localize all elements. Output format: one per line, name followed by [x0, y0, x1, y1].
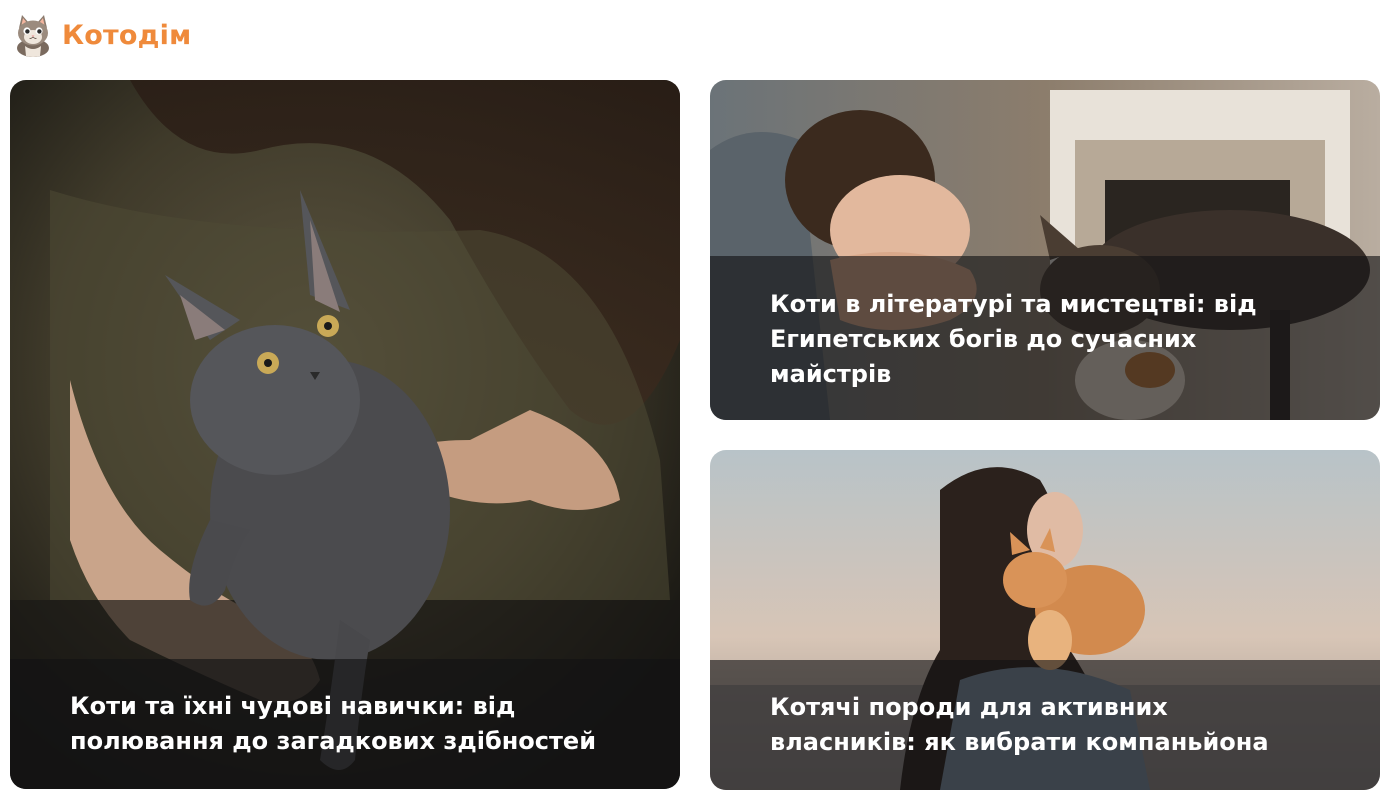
article-card[interactable]: Коти в літературі та мистецтві: від Егип…: [710, 80, 1380, 420]
article-caption: Коти та їхні чудові навички: від полюван…: [10, 659, 680, 789]
article-card[interactable]: Коти та їхні чудові навички: від полюван…: [10, 80, 680, 789]
site-header: Котодім: [12, 12, 191, 58]
article-title[interactable]: Коти та їхні чудові навички: від полюван…: [70, 689, 620, 759]
article-caption: Котячі породи для активних власників: як…: [710, 660, 1380, 790]
article-title[interactable]: Коти в літературі та мистецтві: від Егип…: [770, 287, 1320, 392]
article-title[interactable]: Котячі породи для активних власників: як…: [770, 690, 1320, 760]
brand-name[interactable]: Котодім: [62, 20, 191, 51]
article-caption: Коти в літературі та мистецтві: від Егип…: [710, 256, 1380, 420]
cat-mascot-icon[interactable]: [12, 12, 54, 58]
article-card[interactable]: Котячі породи для активних власників: як…: [710, 450, 1380, 790]
